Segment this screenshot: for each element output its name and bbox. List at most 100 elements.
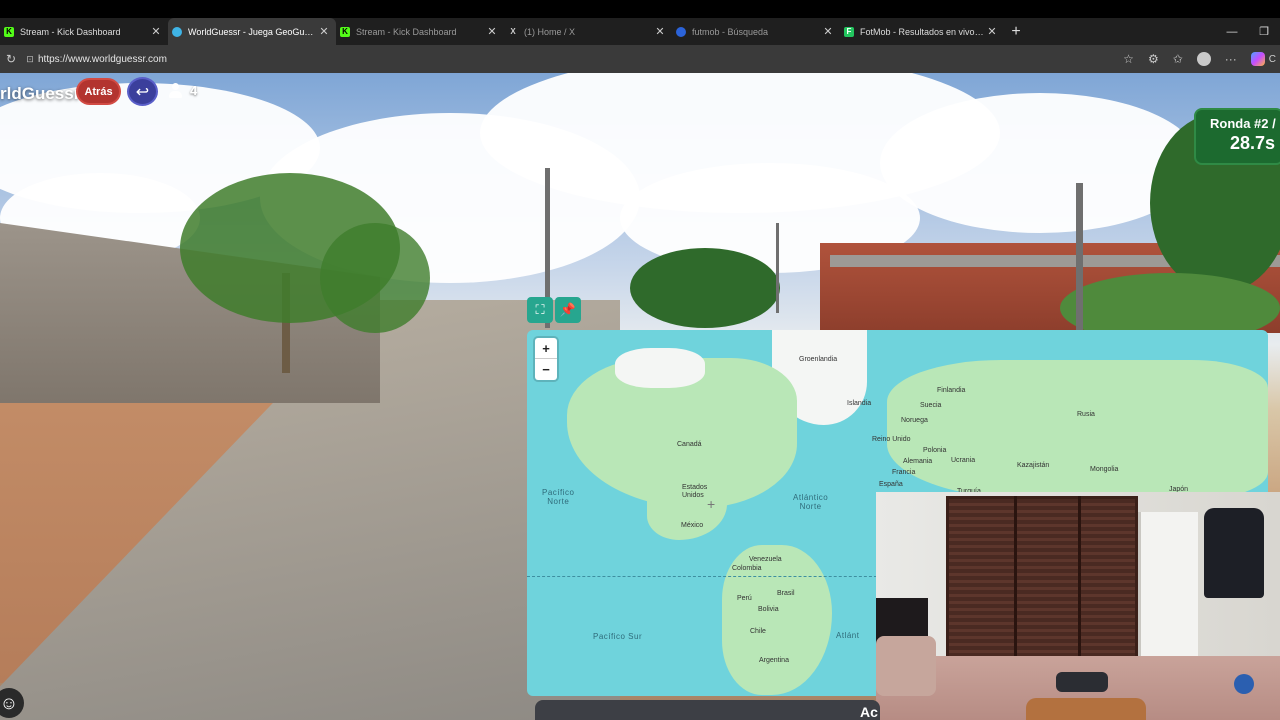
arctic-ice-shape (615, 348, 705, 388)
profile-avatar-icon[interactable] (1196, 52, 1211, 66)
tab-close-icon[interactable]: ✕ (986, 25, 998, 38)
fullscreen-icon: ⛶ (535, 302, 545, 317)
date-line (527, 576, 887, 577)
tab-close-icon[interactable]: ✕ (150, 25, 162, 38)
ocean-label: Atlánt (836, 631, 860, 640)
tab-title: WorldGuessr - Juega GeoGuessr g (188, 26, 318, 37)
map-country-label: Noruega (901, 417, 928, 424)
kick-favicon-icon: K (340, 26, 350, 37)
x-favicon-icon: X (510, 27, 516, 36)
map-country-label: Ucrania (951, 457, 976, 464)
tab-title: FotMob - Resultados en vivo de fú (860, 26, 986, 37)
address-bar: ↻ ⊡ https://www.worldguessr.com ☆ ⚙ ✩ ··… (0, 45, 1280, 73)
reload-icon[interactable]: ↻ (0, 52, 22, 66)
minimize-icon[interactable]: — (1216, 26, 1248, 38)
guess-button-panel[interactable] (535, 700, 880, 720)
return-arrow-button[interactable]: ↩ (127, 77, 158, 106)
zoom-controls: + − (535, 338, 557, 380)
round-timer: Ronda #2 / 28.7s (1194, 108, 1280, 165)
map-country-label: Bolivia (758, 606, 779, 613)
map-country-label: Reino Unido (872, 436, 911, 443)
wooden-closet (946, 496, 1138, 664)
map-country-label: Polonia (923, 447, 947, 454)
map-country-label: Finlandia (937, 387, 966, 394)
map-country-label: Colombia (732, 565, 762, 572)
map-country-label: Perú (737, 595, 752, 602)
copilot-icon[interactable] (1250, 52, 1265, 66)
closet-divider (1014, 496, 1017, 664)
pin-map-button[interactable]: 📌 (555, 297, 581, 323)
site-info-icon[interactable]: ⊡ (22, 54, 38, 65)
browser-tab[interactable]: futmob - Búsqueda ✕ (672, 18, 840, 45)
map-country-label: Suecia (920, 402, 942, 409)
ocean-label: Pacífico Norte (542, 488, 575, 506)
bing-favicon-icon (676, 26, 686, 37)
eurasia-shape (887, 360, 1268, 500)
map-country-label: Alemania (903, 458, 933, 465)
tab-title: futmob - Búsqueda (692, 26, 769, 37)
pin-icon: 📌 (559, 302, 577, 317)
copilot-label: C (1268, 53, 1276, 65)
zoom-in-button[interactable]: + (535, 338, 557, 359)
white-door (1138, 512, 1198, 662)
tab-title: (1) Home / X (524, 26, 576, 37)
utility-pole (1076, 183, 1083, 333)
map-country-label: Venezuela (749, 556, 782, 563)
map-country-label: Brasil (777, 590, 795, 597)
tab-close-icon[interactable]: ✕ (318, 25, 330, 38)
map-crosshair-icon: + (707, 496, 716, 512)
globe-favicon-icon (172, 26, 182, 37)
chair-back (1026, 698, 1146, 720)
hanging-clothes (1204, 508, 1264, 598)
person-icon (169, 83, 182, 98)
guess-button-label: Ac (860, 704, 878, 720)
browser-tab[interactable]: F FotMob - Resultados en vivo de fú ✕ (840, 18, 1004, 45)
tab-close-icon[interactable]: ✕ (654, 25, 666, 38)
maximize-icon[interactable]: ❐ (1248, 25, 1280, 38)
map-country-label: Rusia (1077, 411, 1095, 418)
map-country-label: Francia (892, 469, 916, 476)
webcam-overlay (876, 492, 1280, 720)
browser-tab-active[interactable]: WorldGuessr - Juega GeoGuessr g ✕ (168, 18, 336, 45)
tab-close-icon[interactable]: ✕ (486, 25, 498, 38)
ocean-label: Pacífico Sur (593, 632, 643, 641)
map-country-label: Canadá (677, 441, 702, 448)
favorites-icon[interactable]: ✩ (1173, 52, 1183, 66)
round-label: Ronda #2 / (1210, 116, 1276, 131)
worldguessr-logo: rldGuessr (0, 84, 81, 103)
map-country-label: Mongolia (1090, 466, 1119, 473)
new-tab-button[interactable]: + (1004, 23, 1028, 41)
url-field[interactable]: https://www.worldguessr.com (38, 54, 1123, 65)
player-count: 4 (169, 83, 197, 98)
tab-title: Stream - Kick Dashboard (356, 26, 457, 37)
zoom-out-button[interactable]: − (535, 359, 557, 380)
map-country-label: Islandia (847, 400, 872, 407)
browser-tab[interactable]: K Stream - Kick Dashboard ✕ (336, 18, 504, 45)
browser-tab[interactable]: K Stream - Kick Dashboard ✕ (0, 18, 168, 45)
tree (630, 248, 780, 328)
expand-map-button[interactable]: ⛶ (527, 297, 553, 323)
map-country-label: Argentina (759, 657, 789, 664)
map-country-label: Groenlandia (799, 356, 838, 363)
map-country-label: Chile (750, 628, 766, 635)
player-count-value: 4 (190, 83, 198, 98)
return-arrow-icon: ↩ (135, 83, 150, 101)
browser-tab-bar: K Stream - Kick Dashboard ✕ WorldGuessr … (0, 18, 1280, 45)
favorite-star-icon[interactable]: ☆ (1123, 52, 1134, 66)
ocean-label: Atlántico Norte (793, 493, 829, 511)
browser-tab[interactable]: X (1) Home / X ✕ (504, 18, 672, 45)
fotmob-favicon-icon: F (844, 26, 854, 37)
backpack (1056, 672, 1108, 692)
tab-title: Stream - Kick Dashboard (20, 26, 121, 37)
extensions-icon[interactable]: ⚙ (1148, 52, 1159, 66)
map-country-label: España (879, 481, 903, 488)
toolbar-icons: ☆ ⚙ ✩ ··· C (1123, 52, 1280, 66)
utility-pole (776, 223, 779, 313)
closet-divider (1078, 496, 1081, 664)
map-country-label: México (681, 522, 704, 529)
more-menu-icon[interactable]: ··· (1225, 52, 1237, 66)
screen-top-strip (0, 0, 1280, 18)
tab-close-icon[interactable]: ✕ (822, 25, 834, 38)
timer-value: 28.7s (1230, 133, 1276, 153)
atras-button[interactable]: Atrás (76, 78, 121, 105)
